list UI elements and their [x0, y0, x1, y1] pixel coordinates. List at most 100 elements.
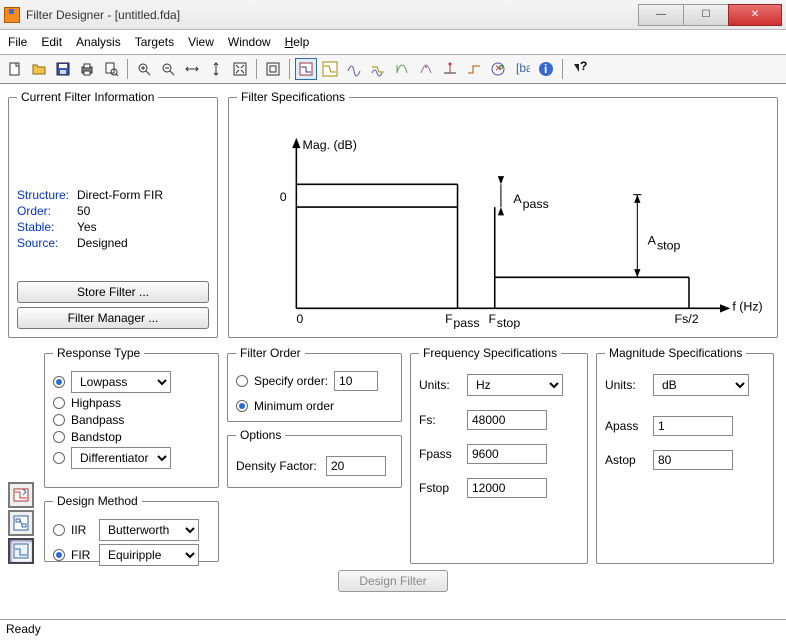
dm-legend: Design Method [53, 494, 142, 508]
menu-help[interactable]: Help [285, 35, 310, 49]
dm-iir-radio[interactable] [53, 524, 65, 536]
design-method-group: Design Method IIRButterworth FIREquiripp… [44, 494, 219, 562]
zoom-x-icon[interactable] [181, 58, 203, 80]
rt-diff-radio[interactable] [53, 452, 65, 464]
phase-delay-icon[interactable] [415, 58, 437, 80]
phase-response-icon[interactable] [343, 58, 365, 80]
impulse-response-icon[interactable] [439, 58, 461, 80]
opt-density-input[interactable] [326, 456, 386, 476]
mag-response-icon[interactable] [319, 58, 341, 80]
svg-text:A: A [648, 233, 657, 247]
save-icon[interactable] [52, 58, 74, 80]
ms-astop-input[interactable] [653, 450, 733, 470]
options-group: Options Density Factor: [227, 428, 402, 488]
zoom-y-icon[interactable] [205, 58, 227, 80]
cfi-source-label: Source: [17, 236, 77, 250]
menu-window[interactable]: Window [228, 35, 271, 49]
rt-bandstop-radio[interactable] [53, 431, 65, 443]
fs-fs-input[interactable] [467, 410, 547, 430]
menu-file[interactable]: File [8, 35, 27, 49]
info-icon[interactable]: i [535, 58, 557, 80]
ms-apass-input[interactable] [653, 416, 733, 436]
ms-units-label: Units: [605, 378, 647, 392]
frequency-spec-group: Frequency Specifications Units:Hz Fs: Fp… [410, 346, 588, 564]
fo-minimum-label: Minimum order [254, 399, 334, 413]
rt-bandpass-label: Bandpass [71, 413, 124, 427]
maximize-button[interactable]: ☐ [683, 4, 729, 26]
rt-bandpass-radio[interactable] [53, 414, 65, 426]
minimize-button[interactable]: — [638, 4, 684, 26]
menu-edit[interactable]: Edit [41, 35, 62, 49]
dm-fir-radio[interactable] [53, 549, 65, 561]
svg-text:stop: stop [497, 316, 521, 329]
spec-legend: Filter Specifications [237, 90, 349, 104]
fo-specify-label: Specify order: [254, 374, 328, 388]
svg-text:f (Hz): f (Hz) [732, 299, 762, 313]
fs-fpass-input[interactable] [467, 444, 547, 464]
titlebar: Filter Designer - [untitled.fda] — ☐ ✕ [0, 0, 786, 30]
print-icon[interactable] [76, 58, 98, 80]
svg-text:[ba]: [ba] [516, 61, 530, 75]
panel-icon-multirate[interactable] [8, 510, 34, 536]
cfi-structure-value: Direct-Form FIR [77, 188, 163, 202]
dm-iir-select[interactable]: Butterworth [99, 519, 199, 541]
close-button[interactable]: ✕ [728, 4, 782, 26]
filter-manager-button[interactable]: Filter Manager ... [17, 307, 209, 329]
zoom-out-icon[interactable] [157, 58, 179, 80]
magnitude-spec-group: Magnitude Specifications Units:dB Apass … [596, 346, 774, 564]
dm-iir-label: IIR [71, 523, 93, 537]
svg-text:F: F [445, 312, 453, 326]
print-preview-icon[interactable] [100, 58, 122, 80]
rt-diff-select[interactable]: Differentiator [71, 447, 171, 469]
panel-icon-design[interactable] [8, 538, 34, 564]
cfi-stable-value: Yes [77, 220, 97, 234]
current-filter-info-group: Current Filter Information Structure:Dir… [8, 90, 218, 338]
spec-plot: Mag. (dB) 0 0 Fpass Fstop Fs/2 f (Hz) Ap… [237, 112, 769, 329]
rt-lowpass-radio[interactable] [53, 376, 65, 388]
fs-units-select[interactable]: Hz [467, 374, 563, 396]
ms-legend: Magnitude Specifications [605, 346, 746, 360]
rt-lowpass-select[interactable]: Lowpass [71, 371, 171, 393]
svg-text:A: A [513, 192, 522, 206]
filter-spec-icon[interactable] [295, 58, 317, 80]
svg-text:F: F [489, 312, 497, 326]
svg-text:Mag. (dB): Mag. (dB) [303, 138, 357, 152]
pole-zero-icon[interactable]: × [487, 58, 509, 80]
open-icon[interactable] [28, 58, 50, 80]
rt-highpass-label: Highpass [71, 396, 121, 410]
mag-phase-icon[interactable] [367, 58, 389, 80]
statusbar: Ready [0, 619, 786, 641]
svg-text:i: i [544, 62, 547, 76]
cfi-stable-label: Stable: [17, 220, 77, 234]
zoom-fit-icon[interactable] [229, 58, 251, 80]
zoom-in-icon[interactable] [133, 58, 155, 80]
design-filter-button[interactable]: Design Filter [338, 570, 448, 592]
fs-fstop-input[interactable] [467, 478, 547, 498]
menu-view[interactable]: View [188, 35, 214, 49]
fs-units-label: Units: [419, 378, 461, 392]
menu-targets[interactable]: Targets [135, 35, 174, 49]
fs-legend: Frequency Specifications [419, 346, 561, 360]
store-filter-button[interactable]: Store Filter ... [17, 281, 209, 303]
filter-order-group: Filter Order Specify order: Minimum orde… [227, 346, 402, 422]
context-help-icon[interactable]: ? [568, 58, 590, 80]
fo-order-input[interactable] [334, 371, 378, 391]
dm-fir-label: FIR [71, 548, 93, 562]
dm-fir-select[interactable]: Equiripple [99, 544, 199, 566]
coeff-icon[interactable]: [ba] [511, 58, 533, 80]
ms-units-select[interactable]: dB [653, 374, 749, 396]
fs-fs-label: Fs: [419, 413, 461, 427]
group-delay-icon[interactable] [391, 58, 413, 80]
fo-minimum-radio[interactable] [236, 400, 248, 412]
filter-spec-group: Filter Specifications [228, 90, 778, 338]
opt-legend: Options [236, 428, 285, 442]
cfi-order-value: 50 [77, 204, 90, 218]
full-view-icon[interactable] [262, 58, 284, 80]
fo-specify-radio[interactable] [236, 375, 248, 387]
new-icon[interactable] [4, 58, 26, 80]
menu-analysis[interactable]: Analysis [76, 35, 121, 49]
step-response-icon[interactable] [463, 58, 485, 80]
app-icon [4, 7, 20, 23]
rt-highpass-radio[interactable] [53, 397, 65, 409]
panel-icon-import[interactable] [8, 482, 34, 508]
